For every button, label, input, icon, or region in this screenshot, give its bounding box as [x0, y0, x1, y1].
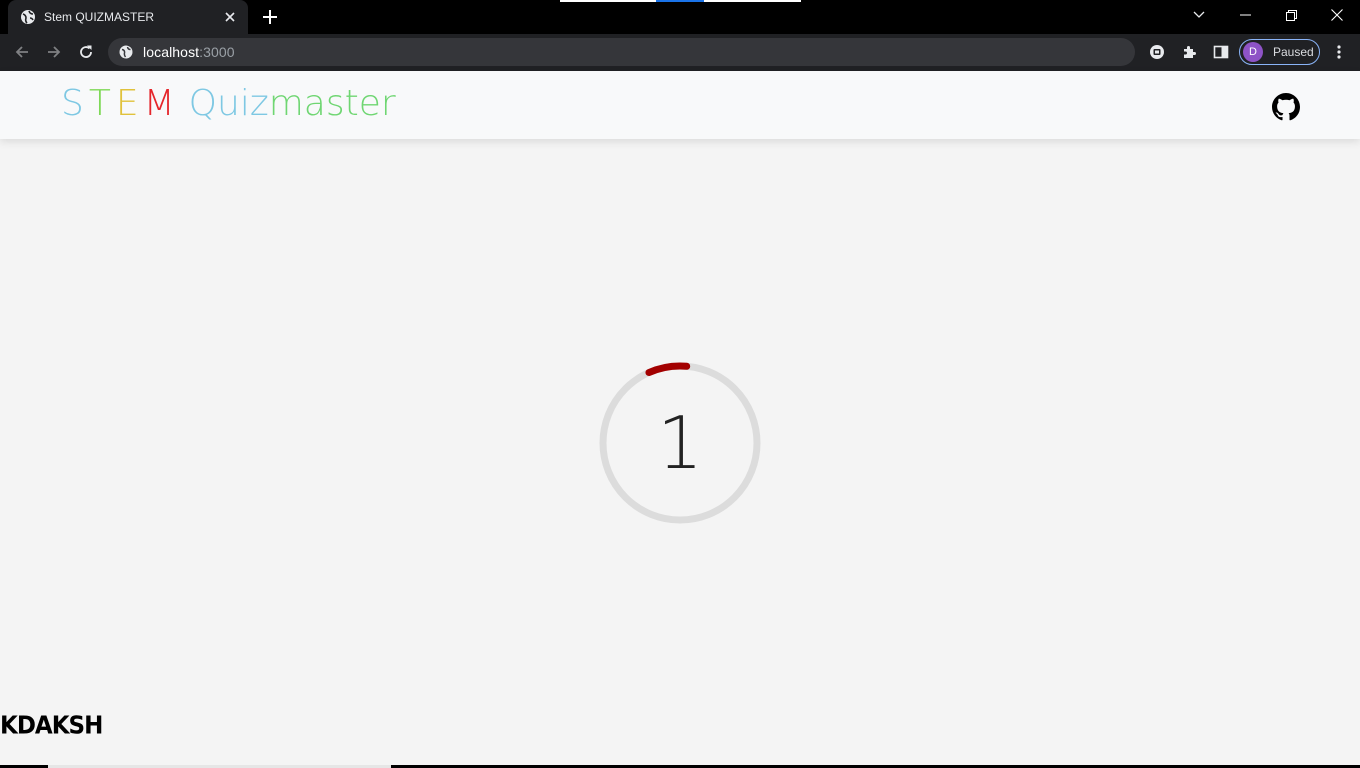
- forward-button[interactable]: [40, 38, 68, 66]
- site-logo[interactable]: S T E M Quizmaster: [61, 83, 396, 125]
- tab-search-icon[interactable]: [1176, 0, 1222, 30]
- new-tab-button[interactable]: [258, 5, 282, 29]
- browser-tab[interactable]: Stem QUIZMASTER: [8, 0, 248, 34]
- extension-icon[interactable]: [1145, 40, 1169, 64]
- address-bar[interactable]: localhost:3000: [108, 38, 1135, 66]
- url-port: :3000: [199, 44, 235, 60]
- top-progress-strip: [560, 0, 801, 2]
- footer-brand: KDAKSH: [0, 711, 103, 741]
- puzzle-icon[interactable]: [1177, 40, 1201, 64]
- countdown-timer: 1: [598, 361, 762, 525]
- restore-button[interactable]: [1268, 0, 1314, 30]
- minimize-button[interactable]: [1222, 0, 1268, 30]
- close-tab-icon[interactable]: [218, 5, 242, 29]
- logo-letter-m: M: [143, 83, 175, 124]
- url-text: localhost:3000: [143, 44, 235, 60]
- url-host: localhost: [143, 44, 200, 60]
- profile-button[interactable]: D Paused: [1239, 39, 1320, 65]
- globe-icon: [20, 9, 36, 25]
- github-icon[interactable]: [1272, 93, 1300, 121]
- browser-toolbar: localhost:3000 D Paused: [0, 34, 1360, 71]
- more-menu-icon[interactable]: [1327, 40, 1351, 64]
- side-panel-icon[interactable]: [1209, 40, 1233, 64]
- back-button[interactable]: [8, 38, 36, 66]
- logo-master: master: [268, 83, 396, 124]
- reload-button[interactable]: [72, 38, 100, 66]
- countdown-value: 1: [657, 401, 703, 485]
- logo-letter-s: S: [61, 83, 84, 124]
- profile-status: Paused: [1273, 45, 1314, 59]
- site-info-icon[interactable]: [118, 44, 134, 60]
- logo-letter-t: T: [88, 83, 111, 124]
- avatar: D: [1243, 42, 1263, 62]
- tab-title: Stem QUIZMASTER: [44, 10, 155, 24]
- logo-quiz: Quiz: [188, 83, 269, 124]
- site-header: S T E M Quizmaster: [0, 71, 1360, 139]
- browser-titlebar: Stem QUIZMASTER: [0, 0, 1360, 34]
- logo-letter-e: E: [115, 83, 139, 124]
- close-window-button[interactable]: [1314, 0, 1360, 30]
